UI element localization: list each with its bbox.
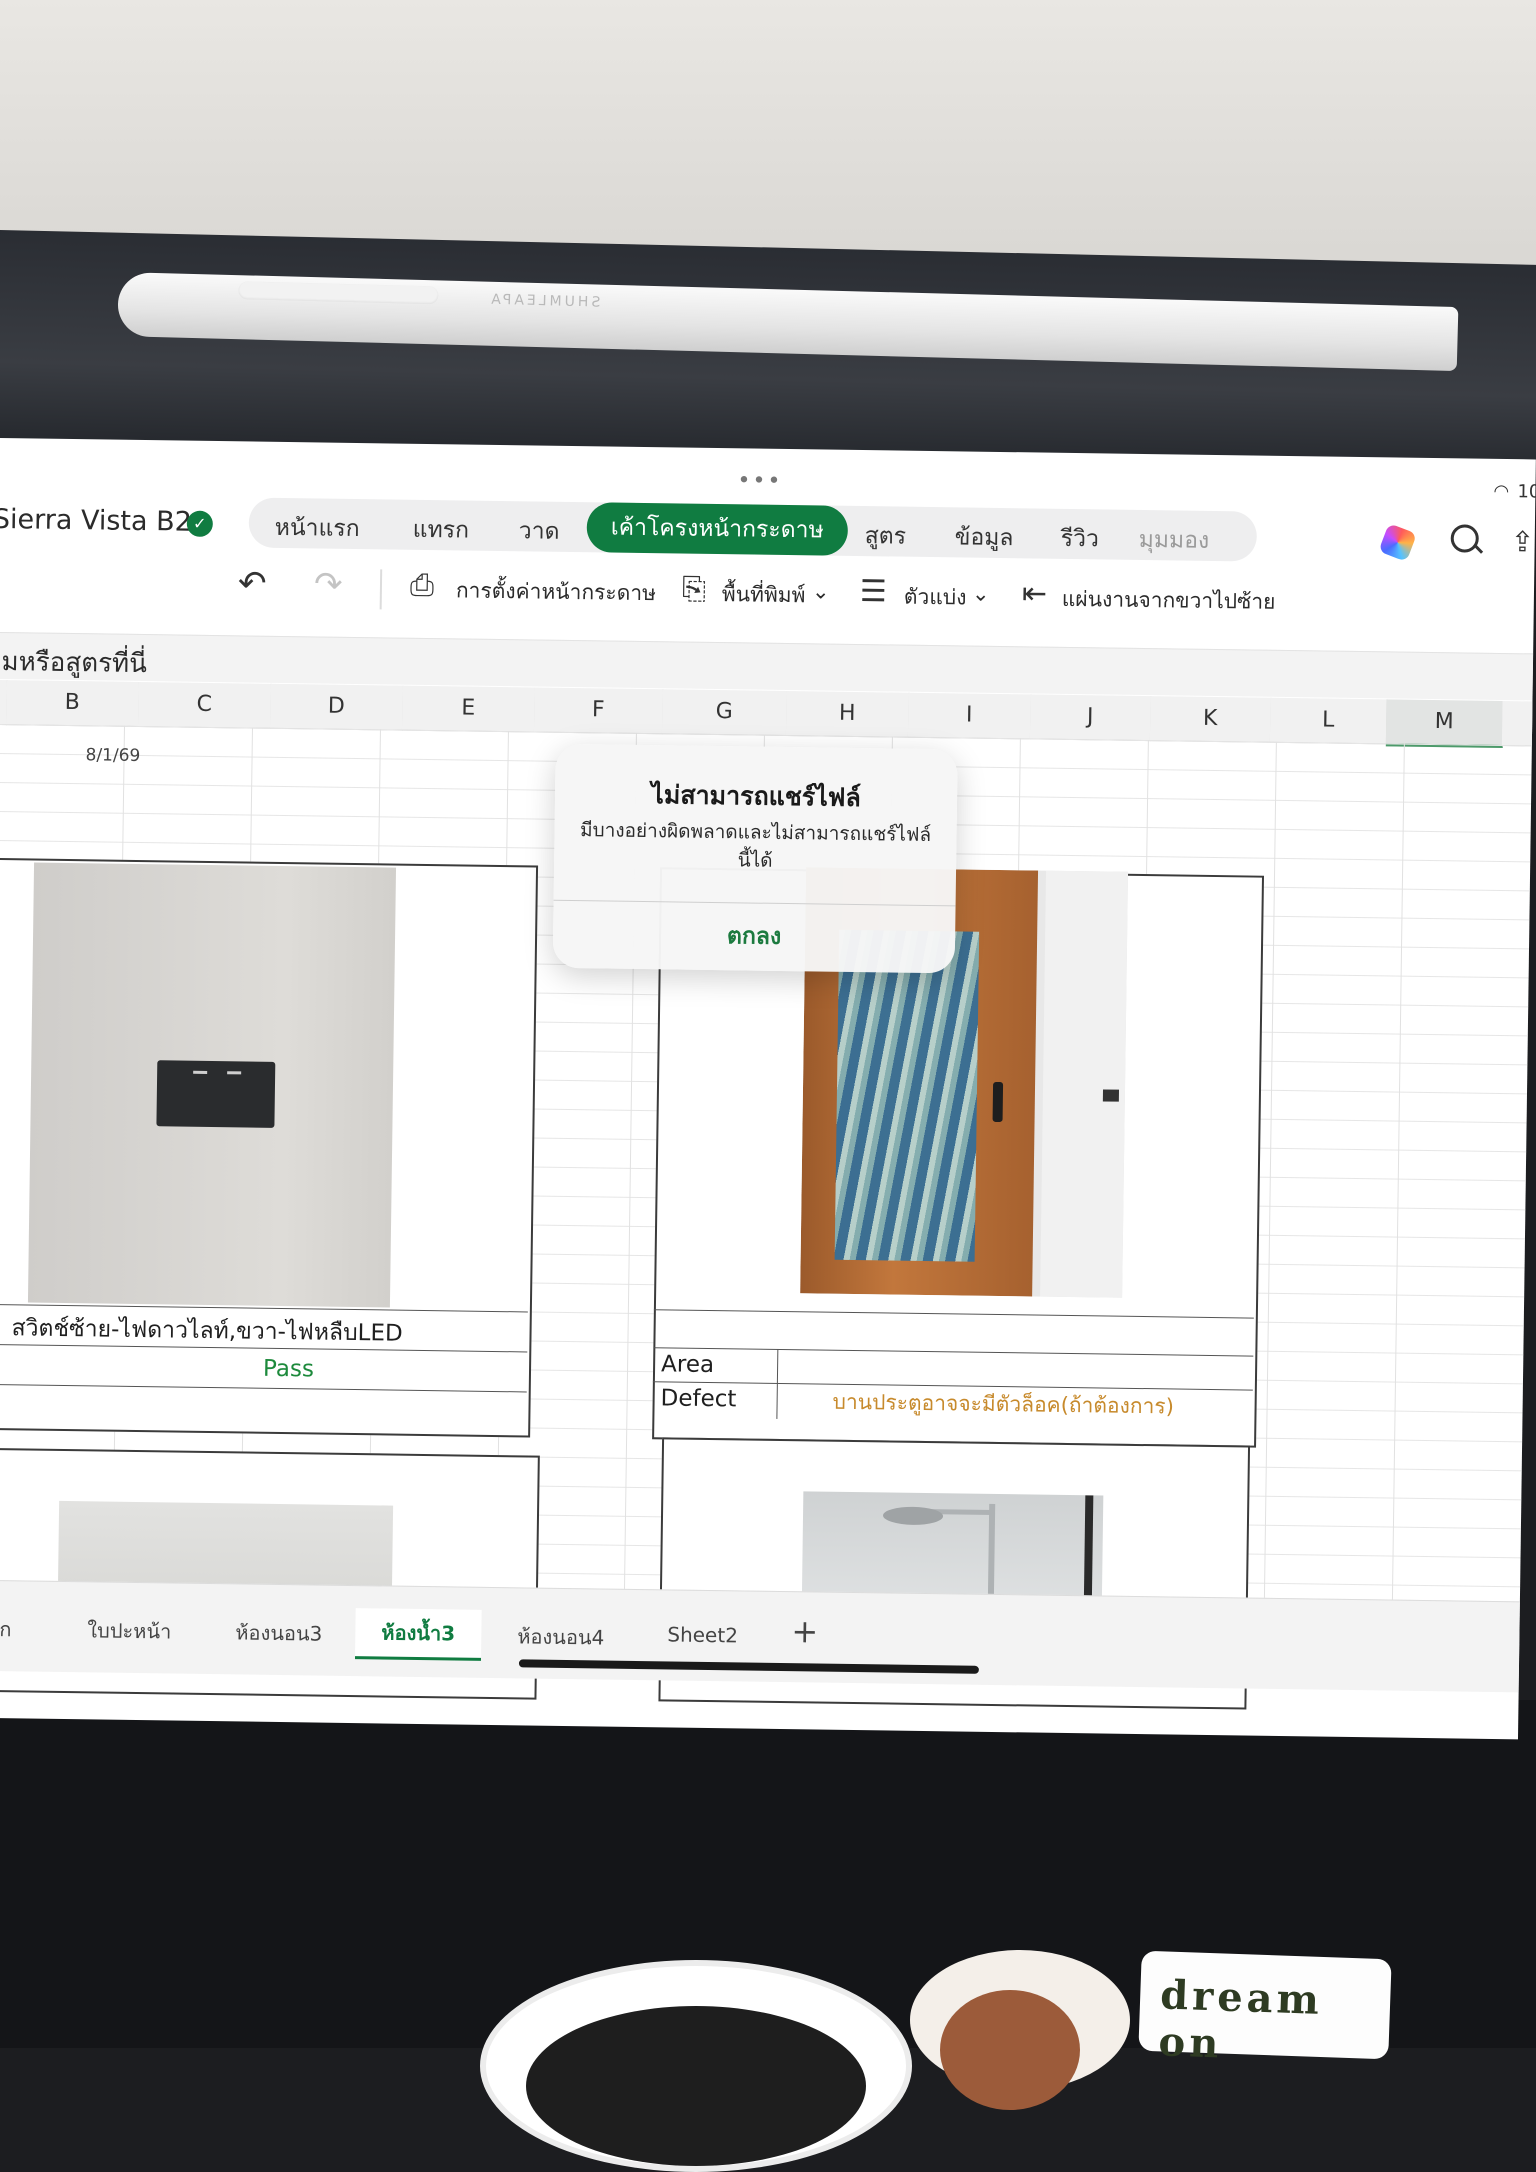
column-header[interactable]: D — [269, 683, 404, 731]
sheet-tab-cover-page[interactable]: ใบปะหน้า — [87, 1614, 171, 1647]
sheet-rtl-button[interactable]: แผ่นงานจากขวาไปซ้าย — [1062, 583, 1276, 619]
column-header[interactable]: H — [785, 691, 910, 738]
undo-icon[interactable]: ↶ — [238, 563, 267, 603]
search-icon[interactable] — [1450, 524, 1479, 553]
share-icon[interactable]: ⇪ — [1510, 525, 1534, 558]
door-handle-icon — [992, 1081, 1004, 1123]
column-header[interactable]: E — [401, 685, 536, 733]
column-header[interactable]: B — [5, 680, 140, 727]
tab-view[interactable]: มุมมอง — [1138, 522, 1210, 559]
print-area-button[interactable]: พื้นที่พิมพ์ — [722, 578, 806, 612]
page-setup-icon: ⎙ — [409, 567, 435, 604]
add-sheet-icon[interactable]: + — [791, 1612, 818, 1650]
document-title[interactable]: Sierra Vista B2 — [0, 504, 192, 538]
page-setup-button[interactable]: การตั้งค่าหน้ากระดาษ — [456, 574, 657, 610]
chevron-down-icon[interactable]: ⌄ — [812, 579, 830, 603]
defect-value-cell[interactable]: บานประตูอาจจะมีตัวล็อค(ถ้าต้องการ) — [832, 1386, 1174, 1424]
desk-sticker-character — [910, 1950, 1130, 2110]
background-wall — [0, 0, 1536, 270]
ribbon-toolbar: ↶ ↷ ⎙ การตั้งค่าหน้ากระดาษ ⎘ พื้นที่พิมพ… — [0, 552, 1534, 645]
tab-review[interactable]: รีวิว — [1060, 521, 1100, 558]
alert-ok-button[interactable]: ตกลง — [553, 900, 956, 974]
tab-draw[interactable]: วาด — [518, 513, 560, 550]
redo-icon[interactable]: ↷ — [314, 564, 343, 604]
sheet-tab-bedroom4[interactable]: ห้องนอน4 — [517, 1620, 604, 1653]
wifi-icon: ◠ — [1493, 480, 1510, 503]
formula-input-placeholder[interactable]: ามหรือสูตรที่นี่ — [0, 641, 147, 684]
alert-message: มีบางอย่างผิดพลาดและไม่สามารถแชร์ไฟล์นี้… — [579, 819, 932, 872]
sheet-tab-bedroom3[interactable]: ห้องนอน3 — [235, 1616, 322, 1649]
chevron-down-icon[interactable]: ⌄ — [972, 582, 990, 606]
sheet-tab-sheet2[interactable]: Sheet2 — [667, 1622, 738, 1647]
breaks-button[interactable]: ตัวแบ่ง — [904, 581, 967, 615]
sheet-rtl-icon: ⇤ — [1021, 576, 1048, 612]
column-header[interactable]: C — [137, 681, 272, 729]
defect-label-cell[interactable]: Defect — [660, 1385, 736, 1412]
date-cell[interactable]: 8/1/69 — [85, 745, 140, 766]
tab-formulas[interactable]: สูตร — [864, 518, 907, 555]
alert-title: ไม่สามารถแชร์ไฟล์ — [651, 780, 862, 813]
column-header[interactable]: I — [907, 692, 1032, 740]
excel-screen: ••• ◠ 10 Sierra Vista B2 ✓ หน้าแรก แทรก … — [0, 438, 1536, 1740]
column-header-selected[interactable]: M — [1385, 699, 1504, 749]
column-header[interactable]: L — [1269, 697, 1388, 745]
share-error-alert: ไม่สามารถแชร์ไฟล์ มีบางอย่างผิดพลาดและไม… — [552, 743, 958, 974]
tab-page-layout[interactable]: เค้าโครงหน้ากระดาษ — [586, 502, 849, 556]
sheet-tab-cover[interactable]: าปก — [0, 1613, 12, 1646]
battery-level: 10 — [1517, 481, 1536, 503]
tab-home[interactable]: หน้าแรก — [275, 510, 360, 547]
wall-switch-photo[interactable] — [27, 862, 397, 1308]
multitask-grabber-icon[interactable]: ••• — [737, 468, 782, 494]
desk-sticker-dream-on: dream on — [1138, 1950, 1392, 2068]
left-caption-cell[interactable]: สวิตช์ซ้าย-ไฟดาวไลท์,ขวา-ไฟหลืบLED — [11, 1310, 403, 1351]
saved-check-icon[interactable]: ✓ — [186, 510, 214, 537]
column-header[interactable]: K — [1149, 696, 1272, 743]
ribbon-tabs: หน้าแรก แทรก วาด เค้าโครงหน้ากระดาษ สูตร… — [248, 497, 1258, 562]
desk-sticker-round — [480, 1960, 912, 2172]
area-label-cell[interactable]: Area — [661, 1351, 714, 1378]
column-header[interactable]: F — [533, 687, 664, 735]
light-switch-image — [156, 1060, 276, 1128]
column-header[interactable]: J — [1029, 694, 1152, 742]
result-pass-cell[interactable]: Pass — [263, 1356, 314, 1383]
print-area-icon: ⎘ — [681, 571, 707, 607]
column-header[interactable]: G — [661, 689, 788, 737]
copilot-icon[interactable] — [1378, 523, 1418, 562]
tab-insert[interactable]: แทรก — [413, 512, 470, 549]
shower-head-icon — [882, 1506, 944, 1526]
breaks-icon: ☰ — [859, 574, 888, 610]
tab-data[interactable]: ข้อมูล — [954, 519, 1014, 556]
sheet-tab-bathroom3[interactable]: ห้องน้ำ3 — [354, 1608, 482, 1661]
